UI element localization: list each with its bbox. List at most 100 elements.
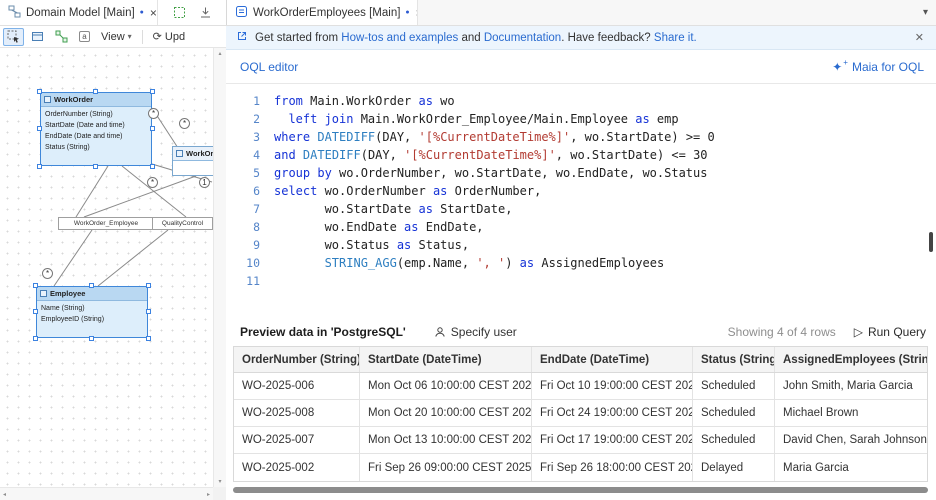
table-cell: WO-2025-002 — [234, 454, 360, 481]
selection-handle[interactable] — [150, 164, 155, 169]
selection-handle[interactable] — [150, 89, 155, 94]
selection-handle[interactable] — [146, 283, 151, 288]
vertical-scrollbar[interactable]: ▴ ▾ — [213, 48, 226, 487]
scroll-left-icon[interactable]: ◂ — [3, 491, 6, 498]
association-label-workorder-employee[interactable]: WorkOrder_Employee — [58, 217, 154, 230]
table-cell: Fri Sep 26 09:00:00 CEST 2025 — [360, 454, 532, 481]
entity-attribute-list: OrderNumber (String)StartDate (Date and … — [41, 107, 151, 153]
scroll-down-icon[interactable]: ▾ — [218, 478, 221, 485]
column-header[interactable]: StartDate (DateTime) — [360, 347, 532, 372]
column-header[interactable]: Status (String) — [693, 347, 775, 372]
maia-for-oql-button[interactable]: ✦ + Maia for OQL — [832, 60, 924, 74]
selection-handle[interactable] — [33, 283, 38, 288]
entity-name: Employee — [50, 289, 85, 298]
table-row[interactable]: WO-2025-008Mon Oct 20 10:00:00 CEST 2025… — [234, 400, 927, 427]
domain-model-canvas[interactable]: WorkOrder_Employee QualityControl WorkOr… — [0, 48, 213, 487]
column-header[interactable]: EndDate (DateTime) — [532, 347, 693, 372]
selection-handle[interactable] — [150, 126, 155, 131]
select-tool-button[interactable] — [3, 28, 24, 46]
tab-domain-model[interactable]: Domain Model [Main] ● × — [0, 0, 158, 25]
code-line[interactable]: 2 left join Main.WorkOrder_Employee/Main… — [226, 110, 936, 128]
code-line[interactable]: 3where DATEDIFF(DAY, '[%CurrentDateTime%… — [226, 128, 936, 146]
selection-handle[interactable] — [93, 164, 98, 169]
selection-handle[interactable] — [37, 89, 42, 94]
howtos-link[interactable]: How-tos and examples — [341, 32, 458, 44]
specify-user-button[interactable]: Specify user — [434, 325, 517, 339]
multiplicity-many-icon: * — [147, 177, 158, 188]
tab-workorderemployees[interactable]: WorkOrderEmployees [Main] ● × — [226, 0, 418, 25]
entity-employee[interactable]: Employee Name (String)EmployeeID (String… — [36, 286, 148, 338]
export-selection-icon[interactable] — [170, 4, 188, 22]
table-cell: Fri Sep 26 18:00:00 CEST 2025 — [532, 454, 693, 481]
domain-model-icon — [8, 5, 21, 21]
line-number: 9 — [226, 236, 274, 254]
tab-oql-editor[interactable]: OQL editor — [240, 60, 298, 74]
horizontal-scrollbar-thumb[interactable] — [233, 487, 928, 493]
share-it-link[interactable]: Share it. — [654, 32, 697, 44]
download-icon[interactable] — [196, 4, 214, 22]
table-row[interactable]: WO-2025-002Fri Sep 26 09:00:00 CEST 2025… — [234, 454, 927, 481]
add-association-button[interactable] — [51, 28, 72, 46]
line-number: 10 — [226, 254, 274, 272]
editor-scrollbar-thumb[interactable] — [929, 232, 933, 252]
entity-workorder[interactable]: WorkOrder OrderNumber (String)StartDate … — [40, 92, 152, 166]
multiplicity-many-icon: * — [179, 118, 190, 129]
selection-handle[interactable] — [33, 336, 38, 341]
selection-handle[interactable] — [37, 164, 42, 169]
preview-results-table: OrderNumber (String)StartDate (DateTime)… — [233, 346, 928, 482]
oql-editor-tabrow: OQL editor ✦ + Maia for OQL — [226, 50, 936, 84]
entity-workorder-partial[interactable]: WorkOr — [172, 146, 213, 176]
column-header[interactable]: AssignedEmployees (String) — [775, 347, 927, 372]
code-text: wo.StartDate as StartDate, — [274, 200, 512, 218]
selection-handle[interactable] — [146, 336, 151, 341]
code-line[interactable]: 10 STRING_AGG(emp.Name, ', ') as Assigne… — [226, 254, 936, 272]
code-line[interactable]: 7 wo.StartDate as StartDate, — [226, 200, 936, 218]
tab-label: Domain Model [Main] — [26, 7, 135, 19]
code-line[interactable]: 5group by wo.OrderNumber, wo.StartDate, … — [226, 164, 936, 182]
tab-overflow-caret[interactable]: ▾ — [923, 7, 928, 18]
horizontal-scrollbar[interactable]: ◂ ▸ — [0, 487, 213, 500]
code-text: from Main.WorkOrder as wo — [274, 92, 455, 110]
selection-handle[interactable] — [93, 89, 98, 94]
view-dropdown[interactable]: View ▾ — [97, 28, 136, 46]
table-cell: WO-2025-006 — [234, 373, 360, 399]
add-entity-button[interactable] — [27, 28, 48, 46]
oql-code-editor[interactable]: 1from Main.WorkOrder as wo2 left join Ma… — [226, 84, 936, 318]
entity-attribute: EndDate (Date and time) — [45, 131, 151, 142]
code-line[interactable]: 8 wo.EndDate as EndDate, — [226, 218, 936, 236]
table-cell: Michael Brown — [775, 400, 927, 426]
code-text: group by wo.OrderNumber, wo.StartDate, w… — [274, 164, 707, 182]
scroll-right-icon[interactable]: ▸ — [207, 491, 210, 498]
selection-handle[interactable] — [89, 283, 94, 288]
association-label-qualitycontrol[interactable]: QualityControl — [152, 217, 213, 230]
scroll-up-icon[interactable]: ▴ — [218, 50, 221, 57]
column-header[interactable]: OrderNumber (String) — [234, 347, 360, 372]
selection-handle[interactable] — [146, 309, 151, 314]
table-cell: Scheduled — [693, 400, 775, 426]
selection-handle[interactable] — [89, 336, 94, 341]
table-row[interactable]: WO-2025-007Mon Oct 13 10:00:00 CEST 2025… — [234, 427, 927, 454]
table-body: WO-2025-006Mon Oct 06 10:00:00 CEST 2025… — [234, 373, 927, 481]
run-query-button[interactable]: ▷ Run Query — [854, 325, 926, 339]
code-line[interactable]: 1from Main.WorkOrder as wo — [226, 92, 936, 110]
code-line[interactable]: 11 — [226, 272, 936, 290]
line-number: 5 — [226, 164, 274, 182]
table-cell: John Smith, Maria Garcia — [775, 373, 927, 399]
code-line[interactable]: 6select wo.OrderNumber as OrderNumber, — [226, 182, 936, 200]
code-line[interactable]: 9 wo.Status as Status, — [226, 236, 936, 254]
refresh-icon: ⟳ — [153, 30, 162, 43]
code-text: where DATEDIFF(DAY, '[%CurrentDateTime%]… — [274, 128, 715, 146]
code-line[interactable]: 4and DATEDIFF(DAY, '[%CurrentDateTime%]'… — [226, 146, 936, 164]
selection-handle[interactable] — [37, 126, 42, 131]
add-annotation-button[interactable]: a — [75, 28, 94, 46]
table-row[interactable]: WO-2025-006Mon Oct 06 10:00:00 CEST 2025… — [234, 373, 927, 400]
table-cell: Scheduled — [693, 373, 775, 399]
entity-header: Employee — [37, 287, 147, 301]
scrollbar-corner — [213, 487, 226, 500]
tabbar-filler — [418, 0, 923, 25]
documentation-link[interactable]: Documentation — [484, 32, 561, 44]
close-banner-button[interactable]: ✕ — [913, 31, 926, 44]
update-button[interactable]: ⟳ Upd — [149, 28, 189, 46]
close-tab-button[interactable]: × — [149, 6, 158, 20]
selection-handle[interactable] — [33, 309, 38, 314]
